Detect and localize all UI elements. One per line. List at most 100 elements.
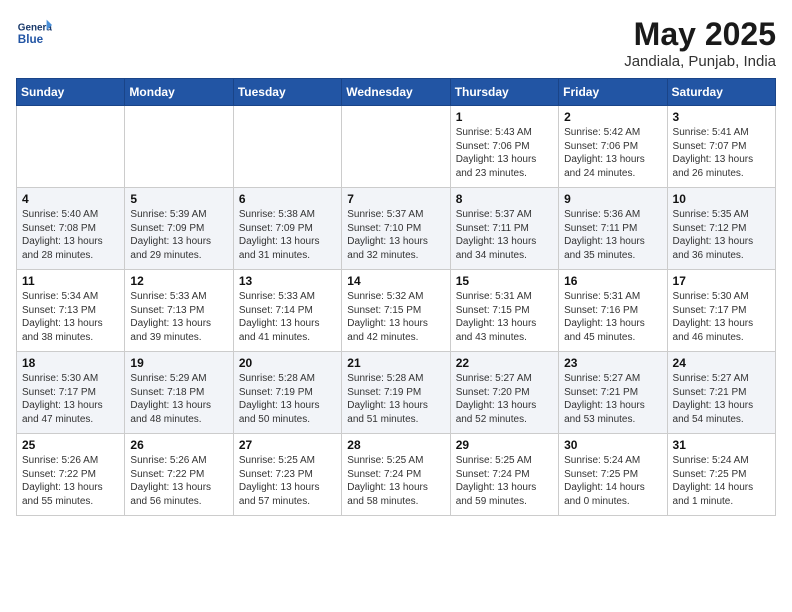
day-number: 28 bbox=[347, 438, 444, 452]
location: Jandiala, Punjab, India bbox=[624, 53, 776, 70]
calendar-cell: 8 Sunrise: 5:37 AM Sunset: 7:11 PM Daylig… bbox=[450, 188, 558, 270]
calendar-cell: 4 Sunrise: 5:40 AM Sunset: 7:08 PM Daylig… bbox=[17, 188, 125, 270]
day-info: Sunrise: 5:36 AM Sunset: 7:11 PM Dayligh… bbox=[564, 208, 661, 262]
day-info: Sunrise: 5:39 AM Sunset: 7:09 PM Dayligh… bbox=[130, 208, 227, 262]
day-info: Sunrise: 5:40 AM Sunset: 7:08 PM Dayligh… bbox=[22, 208, 119, 262]
day-number: 25 bbox=[22, 438, 119, 452]
calendar-cell: 21Sunrise: 5:28 AM Sunset: 7:19 PM Dayli… bbox=[342, 352, 450, 434]
calendar-week-row: 18Sunrise: 5:30 AM Sunset: 7:17 PM Dayli… bbox=[17, 352, 776, 434]
calendar-week-row: 25 Sunrise: 5:26 AM Sunset: 7:22 PM Dayli… bbox=[17, 434, 776, 516]
day-info: Sunrise: 5:24 AM Sunset: 7:25 PM Dayligh… bbox=[564, 454, 661, 508]
title-block: May 2025 Jandiala, Punjab, India bbox=[624, 16, 776, 70]
day-number: 8 bbox=[456, 192, 553, 206]
day-info: Sunrise: 5:30 AM Sunset: 7:17 PM Dayligh… bbox=[673, 290, 770, 344]
day-number: 6 bbox=[239, 192, 336, 206]
day-info: Sunrise: 5:27 AM Sunset: 7:21 PM Dayligh… bbox=[673, 372, 770, 426]
calendar-cell: 26 Sunrise: 5:26 AM Sunset: 7:22 PM Dayli… bbox=[125, 434, 233, 516]
calendar-body: 1 Sunrise: 5:43 AM Sunset: 7:06 PM Daylig… bbox=[17, 106, 776, 516]
day-number: 17 bbox=[673, 274, 770, 288]
logo-icon: General Blue bbox=[16, 16, 52, 52]
calendar-cell: 31 Sunrise: 5:24 AM Sunset: 7:25 PM Dayli… bbox=[667, 434, 775, 516]
day-number: 26 bbox=[130, 438, 227, 452]
calendar-cell bbox=[125, 106, 233, 188]
svg-text:Blue: Blue bbox=[18, 33, 44, 46]
calendar-cell bbox=[17, 106, 125, 188]
day-number: 15 bbox=[456, 274, 553, 288]
calendar-cell: 18Sunrise: 5:30 AM Sunset: 7:17 PM Dayli… bbox=[17, 352, 125, 434]
month-title: May 2025 bbox=[624, 16, 776, 53]
calendar-week-row: 4 Sunrise: 5:40 AM Sunset: 7:08 PM Daylig… bbox=[17, 188, 776, 270]
day-info: Sunrise: 5:25 AM Sunset: 7:24 PM Dayligh… bbox=[456, 454, 553, 508]
day-info: Sunrise: 5:37 AM Sunset: 7:10 PM Dayligh… bbox=[347, 208, 444, 262]
day-info: Sunrise: 5:33 AM Sunset: 7:14 PM Dayligh… bbox=[239, 290, 336, 344]
calendar-cell: 28 Sunrise: 5:25 AM Sunset: 7:24 PM Dayli… bbox=[342, 434, 450, 516]
calendar-cell: 15 Sunrise: 5:31 AM Sunset: 7:15 PM Dayli… bbox=[450, 270, 558, 352]
day-info: Sunrise: 5:25 AM Sunset: 7:24 PM Dayligh… bbox=[347, 454, 444, 508]
day-number: 31 bbox=[673, 438, 770, 452]
weekday-header: Friday bbox=[559, 79, 667, 106]
logo: General Blue bbox=[16, 16, 52, 52]
day-info: Sunrise: 5:42 AM Sunset: 7:06 PM Dayligh… bbox=[564, 126, 661, 180]
day-number: 19 bbox=[130, 356, 227, 370]
calendar-cell: 30 Sunrise: 5:24 AM Sunset: 7:25 PM Dayli… bbox=[559, 434, 667, 516]
day-number: 7 bbox=[347, 192, 444, 206]
day-number: 3 bbox=[673, 110, 770, 124]
calendar-cell: 16 Sunrise: 5:31 AM Sunset: 7:16 PM Dayli… bbox=[559, 270, 667, 352]
weekday-header: Monday bbox=[125, 79, 233, 106]
day-info: Sunrise: 5:27 AM Sunset: 7:20 PM Dayligh… bbox=[456, 372, 553, 426]
calendar-header: SundayMondayTuesdayWednesdayThursdayFrid… bbox=[17, 79, 776, 106]
calendar-cell: 19 Sunrise: 5:29 AM Sunset: 7:18 PM Dayli… bbox=[125, 352, 233, 434]
day-number: 13 bbox=[239, 274, 336, 288]
calendar-cell: 3Sunrise: 5:41 AM Sunset: 7:07 PM Daylig… bbox=[667, 106, 775, 188]
day-number: 27 bbox=[239, 438, 336, 452]
day-info: Sunrise: 5:26 AM Sunset: 7:22 PM Dayligh… bbox=[22, 454, 119, 508]
day-number: 1 bbox=[456, 110, 553, 124]
day-info: Sunrise: 5:25 AM Sunset: 7:23 PM Dayligh… bbox=[239, 454, 336, 508]
calendar-cell: 11Sunrise: 5:34 AM Sunset: 7:13 PM Dayli… bbox=[17, 270, 125, 352]
calendar-cell: 14 Sunrise: 5:32 AM Sunset: 7:15 PM Dayli… bbox=[342, 270, 450, 352]
day-info: Sunrise: 5:43 AM Sunset: 7:06 PM Dayligh… bbox=[456, 126, 553, 180]
day-info: Sunrise: 5:28 AM Sunset: 7:19 PM Dayligh… bbox=[347, 372, 444, 426]
day-number: 30 bbox=[564, 438, 661, 452]
day-number: 5 bbox=[130, 192, 227, 206]
day-info: Sunrise: 5:27 AM Sunset: 7:21 PM Dayligh… bbox=[564, 372, 661, 426]
calendar-cell: 2 Sunrise: 5:42 AM Sunset: 7:06 PM Daylig… bbox=[559, 106, 667, 188]
day-number: 9 bbox=[564, 192, 661, 206]
day-number: 14 bbox=[347, 274, 444, 288]
calendar-cell: 12Sunrise: 5:33 AM Sunset: 7:13 PM Dayli… bbox=[125, 270, 233, 352]
calendar-week-row: 1 Sunrise: 5:43 AM Sunset: 7:06 PM Daylig… bbox=[17, 106, 776, 188]
weekday-row: SundayMondayTuesdayWednesdayThursdayFrid… bbox=[17, 79, 776, 106]
calendar-table: SundayMondayTuesdayWednesdayThursdayFrid… bbox=[16, 78, 776, 516]
calendar-cell: 20Sunrise: 5:28 AM Sunset: 7:19 PM Dayli… bbox=[233, 352, 341, 434]
day-info: Sunrise: 5:26 AM Sunset: 7:22 PM Dayligh… bbox=[130, 454, 227, 508]
day-info: Sunrise: 5:24 AM Sunset: 7:25 PM Dayligh… bbox=[673, 454, 770, 508]
day-number: 12 bbox=[130, 274, 227, 288]
weekday-header: Sunday bbox=[17, 79, 125, 106]
weekday-header: Thursday bbox=[450, 79, 558, 106]
calendar-cell: 29Sunrise: 5:25 AM Sunset: 7:24 PM Dayli… bbox=[450, 434, 558, 516]
calendar-cell: 9 Sunrise: 5:36 AM Sunset: 7:11 PM Daylig… bbox=[559, 188, 667, 270]
day-number: 2 bbox=[564, 110, 661, 124]
day-number: 10 bbox=[673, 192, 770, 206]
calendar-cell: 5 Sunrise: 5:39 AM Sunset: 7:09 PM Daylig… bbox=[125, 188, 233, 270]
day-info: Sunrise: 5:31 AM Sunset: 7:15 PM Dayligh… bbox=[456, 290, 553, 344]
day-number: 24 bbox=[673, 356, 770, 370]
calendar-cell: 17 Sunrise: 5:30 AM Sunset: 7:17 PM Dayli… bbox=[667, 270, 775, 352]
calendar-cell: 10 Sunrise: 5:35 AM Sunset: 7:12 PM Dayli… bbox=[667, 188, 775, 270]
day-info: Sunrise: 5:34 AM Sunset: 7:13 PM Dayligh… bbox=[22, 290, 119, 344]
weekday-header: Wednesday bbox=[342, 79, 450, 106]
calendar-cell: 24 Sunrise: 5:27 AM Sunset: 7:21 PM Dayli… bbox=[667, 352, 775, 434]
day-info: Sunrise: 5:31 AM Sunset: 7:16 PM Dayligh… bbox=[564, 290, 661, 344]
day-info: Sunrise: 5:38 AM Sunset: 7:09 PM Dayligh… bbox=[239, 208, 336, 262]
weekday-header: Tuesday bbox=[233, 79, 341, 106]
day-info: Sunrise: 5:29 AM Sunset: 7:18 PM Dayligh… bbox=[130, 372, 227, 426]
calendar-cell: 6 Sunrise: 5:38 AM Sunset: 7:09 PM Daylig… bbox=[233, 188, 341, 270]
day-info: Sunrise: 5:37 AM Sunset: 7:11 PM Dayligh… bbox=[456, 208, 553, 262]
day-info: Sunrise: 5:35 AM Sunset: 7:12 PM Dayligh… bbox=[673, 208, 770, 262]
calendar-week-row: 11Sunrise: 5:34 AM Sunset: 7:13 PM Dayli… bbox=[17, 270, 776, 352]
page-header: General Blue May 2025 Jandiala, Punjab, … bbox=[16, 16, 776, 70]
calendar-cell: 25 Sunrise: 5:26 AM Sunset: 7:22 PM Dayli… bbox=[17, 434, 125, 516]
day-number: 16 bbox=[564, 274, 661, 288]
day-number: 4 bbox=[22, 192, 119, 206]
day-info: Sunrise: 5:32 AM Sunset: 7:15 PM Dayligh… bbox=[347, 290, 444, 344]
